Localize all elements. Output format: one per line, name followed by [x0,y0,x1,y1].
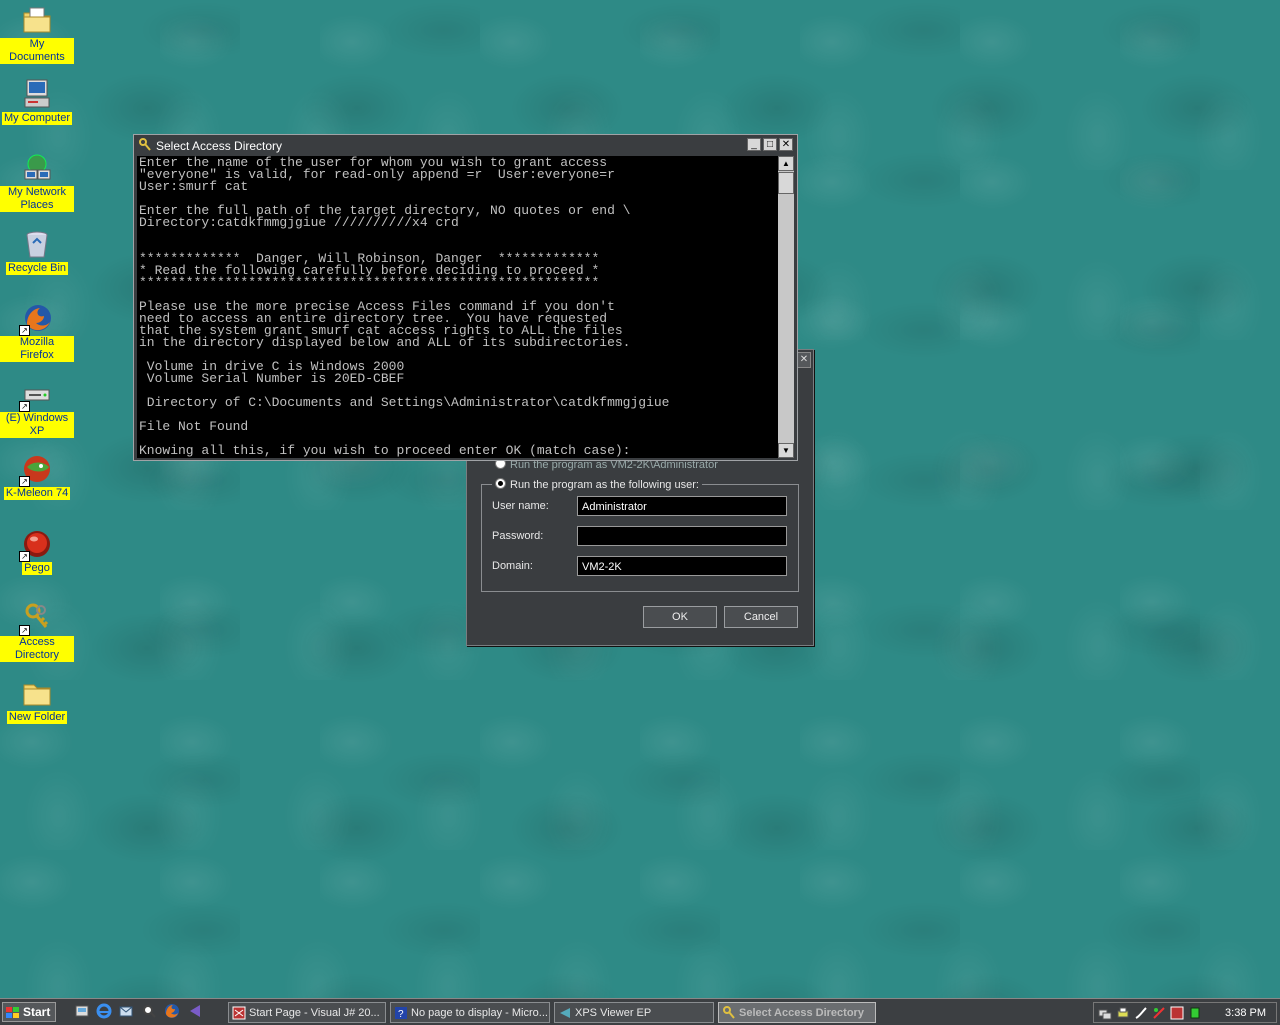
domain-label: Domain: [492,560,533,572]
maximize-button[interactable]: □ [763,138,777,151]
desktop-icon-my-computer[interactable]: My Computer [0,78,74,125]
domain-field[interactable]: VM2-2K [577,556,787,576]
desktop-icon-label: My Computer [1,112,73,125]
scroll-down-icon[interactable]: ▼ [778,443,794,458]
console-line: User:smurf cat [139,179,249,194]
windows-flag-icon [6,1006,19,1018]
taskbar-item-visual-j[interactable]: Start Page - Visual J# 20... [228,1002,386,1023]
desktop-icon-label: Pego [22,562,52,575]
visual-studio-icon [232,1006,246,1020]
desktop-icon-label: My Network Places [0,186,74,212]
desktop-icon-label: Access Directory [0,636,74,662]
desktop-icon-label: Mozilla Firefox [0,336,74,362]
desktop-icon-mozilla-firefox[interactable]: ↗ Mozilla Firefox [0,302,74,362]
start-label: Start [23,1005,51,1019]
help-icon: ? [394,1006,408,1020]
username-field[interactable]: Administrator [577,496,787,516]
cancel-button[interactable]: Cancel [724,606,798,628]
radio-button-selected[interactable] [495,478,506,489]
password-row: Password: [492,526,792,548]
username-label: User name: [492,500,549,512]
network-tray-icon[interactable] [1098,1006,1112,1020]
app-tray-icon[interactable] [1170,1006,1184,1020]
system-tray: 3:38 PM [1093,1002,1277,1023]
desktop-icon-pego[interactable]: ↗ Pego [0,528,74,575]
close-button[interactable]: ✕ [779,138,793,151]
console-line: Directory of C:\Documents and Settings\A… [139,395,670,410]
outlook-express-icon[interactable] [118,1003,134,1019]
shortcut-arrow-icon: ↗ [19,325,30,336]
start-button[interactable]: Start [2,1002,56,1022]
taskbar: Start Start Page - Visual J# 20... ? No … [0,998,1280,1025]
keys-icon: ↗ [19,602,53,636]
network-icon [21,152,53,184]
desktop-icon-windows-xp[interactable]: ↗ (E) Windows XP [0,378,74,438]
recycle-bin-icon [21,228,53,260]
desktop-icon-new-folder[interactable]: New Folder [0,677,74,724]
show-desktop-icon[interactable] [74,1003,90,1019]
console-line: ****************************************… [139,275,600,290]
computer-icon [21,78,53,110]
domain-row: Domain: VM2-2K [492,556,792,578]
svg-text:?: ? [398,1009,404,1020]
console-line: Directory:catdkfmmgjgiue //////////x4 cr… [139,215,459,230]
taskbar-item-help[interactable]: ? No page to display - Micro... [390,1002,550,1023]
k-meleon-icon: ↗ [19,453,53,487]
taskbar-item-xps-viewer[interactable]: XPS Viewer EP [554,1002,714,1023]
internet-explorer-icon[interactable] [96,1003,112,1019]
clock[interactable]: 3:38 PM [1225,1007,1266,1019]
password-field[interactable] [577,526,787,546]
console-output[interactable]: Enter the name of the user for whom you … [137,156,778,458]
shortcut-arrow-icon: ↗ [19,625,30,636]
folder-documents-icon [21,4,53,36]
window-title: Select Access Directory [156,139,283,153]
search-icon[interactable] [141,1003,157,1019]
password-label: Password: [492,530,544,542]
desktop-icon-my-documents[interactable]: My Documents [0,4,74,64]
scroll-thumb[interactable] [778,172,794,194]
folder-icon [21,677,53,709]
pego-icon: ↗ [19,528,53,562]
connection-tray-icon[interactable] [1134,1006,1148,1020]
desktop-icon-label: New Folder [6,711,68,724]
console-line: File Not Found [139,419,249,434]
printer-tray-icon[interactable] [1116,1006,1130,1020]
shortcut-arrow-icon: ↗ [19,551,30,562]
scroll-up-icon[interactable]: ▲ [778,156,794,171]
vertical-scrollbar[interactable]: ▲ ▼ [778,156,794,458]
close-icon[interactable]: ✕ [797,352,811,368]
minimize-button[interactable]: _ [747,138,761,151]
desktop-icon-k-meleon[interactable]: ↗ K-Meleon 74 [0,453,74,500]
console-line: Knowing all this, if you wish to proceed… [139,443,631,458]
visual-studio-icon[interactable] [188,1003,204,1019]
desktop-icon-label: My Documents [0,38,74,64]
shortcut-arrow-icon: ↗ [19,401,30,412]
console-window: Select Access Directory _ □ ✕ Enter the … [133,134,798,461]
xps-viewer-icon [558,1006,572,1020]
shortcut-arrow-icon: ↗ [19,476,30,487]
desktop-icon-access-directory[interactable]: ↗ Access Directory [0,602,74,662]
run-as-user-group: User name: Administrator Password: Domai… [481,484,799,592]
console-line: in the directory displayed below and ALL… [139,335,631,350]
taskbar-item-select-access-directory[interactable]: Select Access Directory [718,1002,876,1023]
status-tray-icon[interactable] [1188,1006,1202,1020]
desktop-icon-label: Recycle Bin [5,262,69,275]
tools-tray-icon[interactable] [1152,1006,1166,1020]
cd-drive-icon: ↗ [19,378,53,412]
username-row: User name: Administrator [492,496,792,518]
firefox-icon: ↗ [19,302,53,336]
desktop-icon-my-network-places[interactable]: My Network Places [0,152,74,212]
firefox-icon[interactable] [164,1003,180,1019]
keys-icon [722,1006,736,1020]
desktop-icon-label: K-Meleon 74 [3,487,71,500]
run-as-following-user-option[interactable]: Run the program as the following user: [492,478,702,491]
console-titlebar[interactable]: Select Access Directory _ □ ✕ [136,137,795,155]
ok-button[interactable]: OK [643,606,717,628]
desktop-icon-label: (E) Windows XP [0,412,74,438]
keys-icon [138,138,152,152]
desktop-icon-recycle-bin[interactable]: Recycle Bin [0,228,74,275]
console-line: Volume Serial Number is 20ED-CBEF [139,371,405,386]
